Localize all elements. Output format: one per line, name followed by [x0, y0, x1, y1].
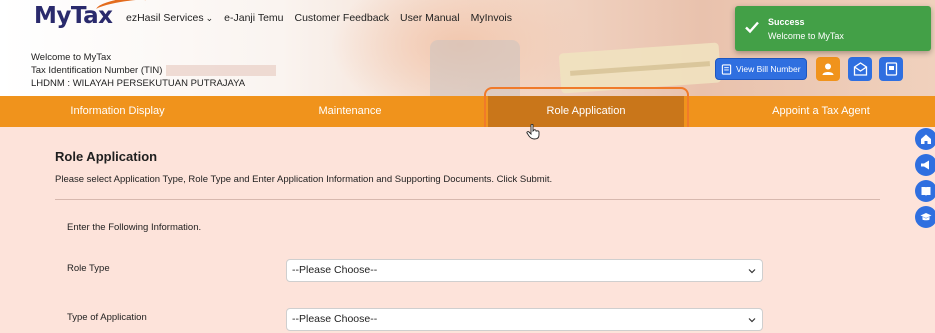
role-type-select[interactable]: --Please Choose-- [286, 259, 763, 282]
chevron-down-icon: ⌄ [205, 13, 214, 23]
success-toast[interactable]: Success Welcome to MyTax [735, 6, 931, 51]
lhdnm-branch: LHDNM : WILAYAH PERSEKUTUAN PUTRAJAYA [31, 78, 246, 89]
page-instructions: Please select Application Type, Role Typ… [55, 174, 553, 185]
section-label: Enter the Following Information. [67, 222, 202, 233]
nav-customer-feedback[interactable]: Customer Feedback [295, 12, 390, 24]
graduation-cap-icon[interactable] [915, 206, 935, 228]
top-nav: ezHasil Services ⌄ e-Janji Temu Customer … [126, 12, 512, 24]
profile-button[interactable] [816, 57, 840, 81]
megaphone-icon[interactable] [915, 154, 935, 176]
view-bill-number-button[interactable]: View Bill Number [715, 58, 807, 80]
tin-line: Tax Identification Number (TIN) [31, 64, 277, 77]
check-icon [745, 21, 759, 34]
mytax-logo[interactable]: MyTax [34, 0, 147, 31]
documents-button[interactable] [879, 57, 903, 81]
hand-cursor-icon [526, 124, 540, 140]
main-tab-bar: Information Display Maintenance Role App… [0, 96, 935, 127]
redacted-tin [166, 64, 277, 76]
chevron-down-icon [748, 269, 756, 274]
tab-maintenance[interactable]: Maintenance [275, 96, 425, 127]
nav-user-manual[interactable]: User Manual [400, 12, 460, 24]
nav-ezhasil-services[interactable]: ezHasil Services ⌄ [126, 12, 213, 24]
role-type-label: Role Type [67, 263, 110, 274]
user-icon [822, 63, 834, 75]
nav-e-janji-temu[interactable]: e-Janji Temu [224, 12, 283, 24]
book-icon[interactable] [915, 180, 935, 202]
nav-myinvois[interactable]: MyInvois [471, 12, 512, 24]
bill-icon [721, 63, 732, 75]
document-icon [885, 62, 897, 76]
toast-title: Success [768, 17, 805, 27]
page-title: Role Application [55, 149, 158, 164]
type-of-application-label: Type of Application [67, 312, 147, 323]
welcome-info: Welcome to MyTax Tax Identification Numb… [31, 51, 277, 90]
chevron-down-icon [748, 318, 756, 323]
main-content: Role Application Please select Applicati… [0, 127, 935, 333]
tab-information-display[interactable]: Information Display [40, 96, 195, 127]
inbox-button[interactable] [848, 57, 872, 81]
type-of-application-select[interactable]: --Please Choose-- [286, 308, 763, 331]
mail-icon [853, 62, 867, 76]
home-icon[interactable] [915, 128, 935, 150]
side-quick-links [915, 128, 935, 232]
tab-appoint-tax-agent[interactable]: Appoint a Tax Agent [745, 96, 897, 127]
toast-message: Welcome to MyTax [768, 31, 844, 41]
welcome-text: Welcome to MyTax [31, 52, 112, 63]
